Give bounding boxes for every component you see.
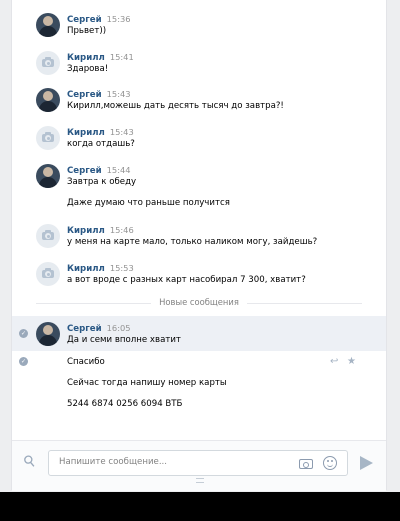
- camera-icon[interactable]: [299, 457, 313, 469]
- sender-name[interactable]: Сергей 16:05: [67, 323, 131, 334]
- sender-name[interactable]: Сергей 15:36: [67, 14, 131, 25]
- message-text: Здарова!: [67, 64, 109, 74]
- check-icon[interactable]: ✓: [19, 329, 28, 338]
- reply-icon[interactable]: ↩: [330, 356, 338, 367]
- message-text: а вот вроде с разных карт насобирал 7 30…: [67, 275, 306, 285]
- check-icon[interactable]: ✓: [19, 357, 28, 366]
- smile-icon[interactable]: [323, 456, 337, 470]
- sender-name[interactable]: Сергей 15:44: [67, 165, 131, 176]
- message-text: у меня на карте мало, только наликом мог…: [67, 237, 318, 247]
- message-text: Сейчас тогда напишу номер карты: [67, 378, 227, 388]
- avatar[interactable]: [36, 126, 60, 150]
- bottom-black-bar: [0, 492, 400, 521]
- message-text: Кирилл,можешь дать десять тысяч до завтр…: [67, 101, 284, 111]
- paperclip-icon[interactable]: ⚲: [20, 451, 40, 472]
- resize-handle[interactable]: [196, 478, 204, 483]
- sender-name[interactable]: Кирилл 15:43: [67, 127, 134, 138]
- message-time: 15:53: [109, 263, 134, 273]
- message-input[interactable]: Напишите сообщение...: [48, 450, 348, 476]
- message-time: 15:43: [106, 89, 131, 99]
- message-text: Даже думаю что раньше получится: [67, 198, 230, 208]
- message-time: 15:44: [106, 165, 131, 175]
- message-time: 15:36: [106, 14, 131, 24]
- sender-name[interactable]: Кирилл 15:41: [67, 52, 134, 63]
- star-icon[interactable]: ★: [347, 356, 356, 367]
- avatar[interactable]: [36, 322, 60, 346]
- sender-name[interactable]: Сергей 15:43: [67, 89, 131, 100]
- message-composer: ⚲ Напишите сообщение...: [12, 440, 386, 491]
- send-icon[interactable]: [360, 456, 373, 470]
- new-messages-label: Новые сообщения: [12, 297, 386, 307]
- avatar[interactable]: [36, 224, 60, 248]
- message-time: 15:43: [109, 127, 134, 137]
- chat-panel: Сергей 15:36 Прьвет)) Кирилл 15:41 Здарова…: [11, 0, 387, 491]
- message-time: 15:41: [109, 52, 134, 62]
- avatar[interactable]: [36, 13, 60, 37]
- sender-name[interactable]: Кирилл 15:53: [67, 263, 134, 274]
- message-text: Да и семи вполне хватит: [67, 335, 181, 345]
- message-text: 5244 6874 0256 6094 ВТБ: [67, 399, 183, 409]
- message-input-placeholder: Напишите сообщение...: [59, 457, 168, 467]
- message-text: Завтра к обеду: [67, 177, 137, 187]
- message-text: Прьвет)): [67, 26, 107, 36]
- message-text: Спасибо: [67, 357, 105, 367]
- message-time: 15:46: [109, 225, 134, 235]
- message-time: 16:05: [106, 323, 131, 333]
- message-text: когда отдашь?: [67, 139, 135, 149]
- avatar[interactable]: [36, 262, 60, 286]
- sender-name[interactable]: Кирилл 15:46: [67, 225, 134, 236]
- avatar[interactable]: [36, 164, 60, 188]
- avatar[interactable]: [36, 88, 60, 112]
- avatar[interactable]: [36, 51, 60, 75]
